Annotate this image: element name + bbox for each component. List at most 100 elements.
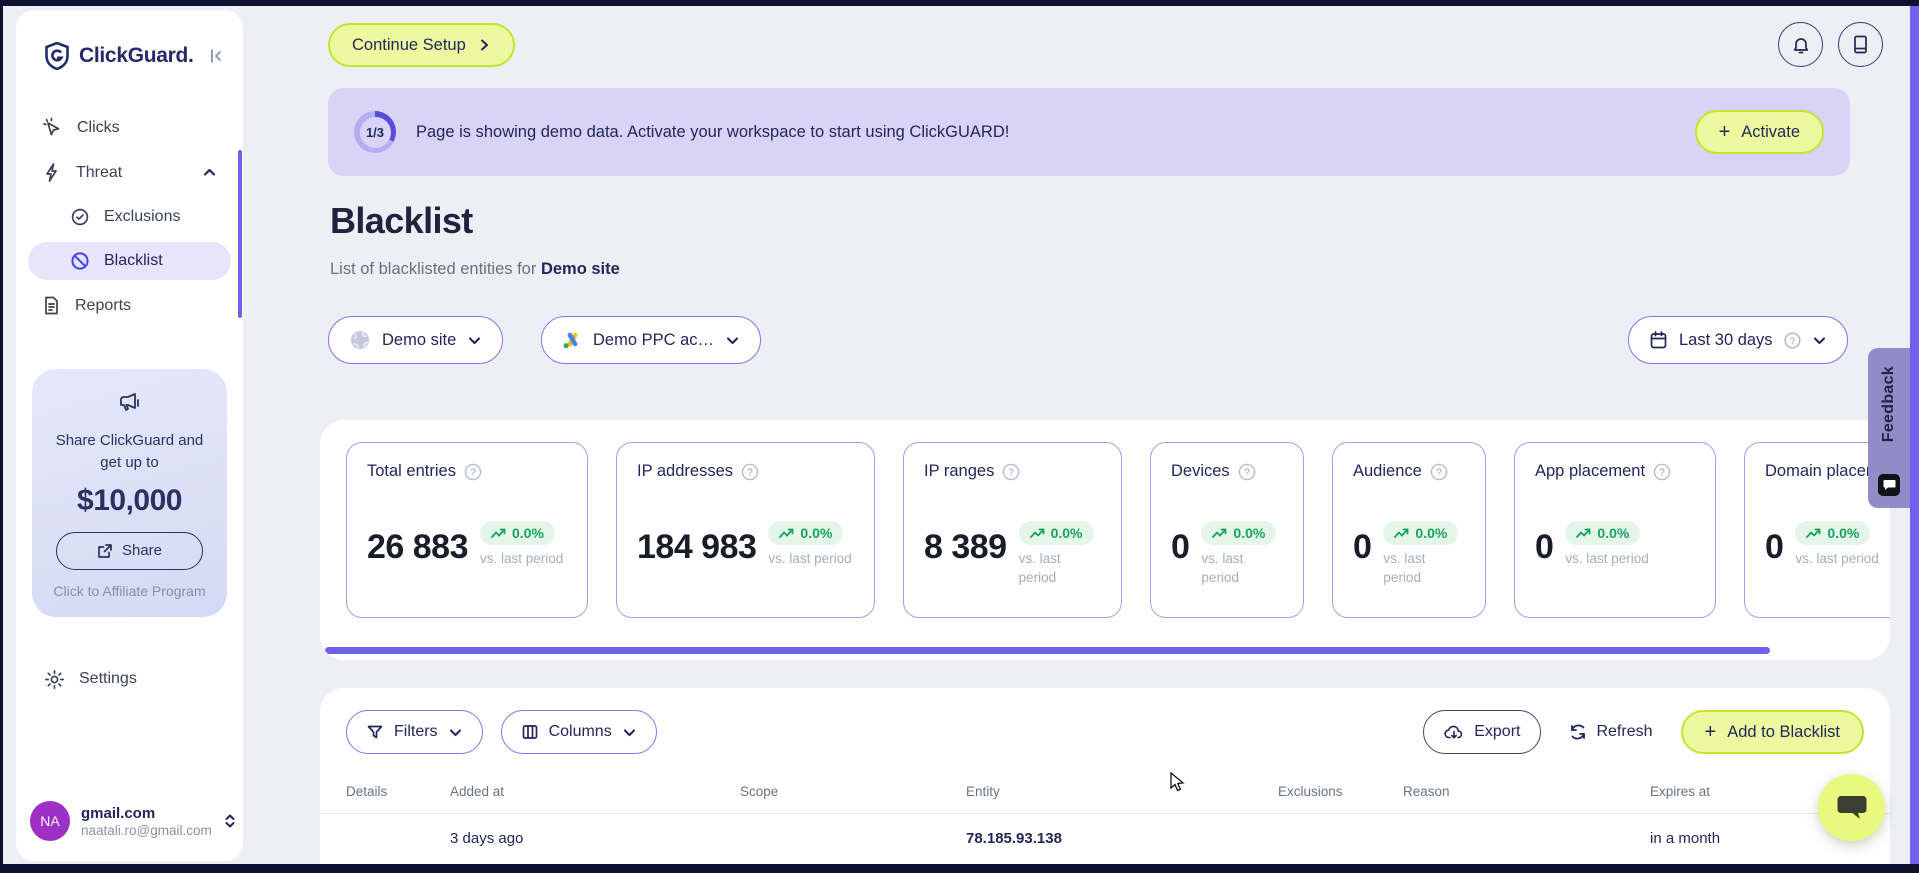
- threat-bolt-icon: [42, 162, 62, 183]
- help-circle-icon[interactable]: ?: [1002, 463, 1020, 481]
- site-selector-label: Demo site: [382, 330, 457, 349]
- feedback-tab[interactable]: Feedback: [1868, 348, 1910, 508]
- external-link-icon: [97, 543, 113, 559]
- cloud-download-icon: [1444, 724, 1464, 741]
- horizontal-scrollbar-thumb[interactable]: [325, 647, 1770, 654]
- book-icon: [1851, 34, 1870, 55]
- date-range-label: Last 30 days: [1679, 330, 1773, 349]
- add-to-blacklist-button[interactable]: + Add to Blacklist: [1680, 710, 1864, 754]
- svg-text:?: ?: [747, 467, 753, 478]
- delta-value: 0.0%: [1597, 525, 1630, 541]
- delta-badge: 0.0%: [1795, 521, 1871, 545]
- sidebar-item-reports[interactable]: Reports: [28, 286, 231, 325]
- vs-last-period-label: vs. last period: [1383, 551, 1426, 585]
- ppc-selector-label: Demo PPC ac…: [593, 330, 715, 349]
- account-switcher[interactable]: NA gmail.com naatali.ro@gmail.com: [30, 801, 235, 841]
- ppc-account-selector[interactable]: Demo PPC ac…: [541, 316, 762, 364]
- stat-label: Devices: [1171, 462, 1230, 480]
- demo-data-banner: 1/3 Page is showing demo data. Activate …: [328, 88, 1850, 176]
- vs-last-period-label: vs. last period: [1565, 551, 1649, 566]
- notifications-button[interactable]: [1778, 22, 1823, 67]
- chevron-down-icon: [622, 725, 637, 740]
- activate-button[interactable]: + Activate: [1694, 110, 1824, 154]
- site-selector[interactable]: Demo site: [328, 316, 504, 364]
- trending-up-icon: [1576, 528, 1591, 539]
- stat-card-title: Devices ?: [1171, 462, 1283, 481]
- date-range-selector[interactable]: Last 30 days ?: [1628, 316, 1848, 364]
- stat-card-title: IP addresses ?: [637, 462, 854, 481]
- sidebar-item-blacklist[interactable]: Blacklist: [28, 242, 231, 280]
- sidebar-item-label: Reports: [75, 296, 132, 314]
- sidebar-scrollbar-thumb[interactable]: [238, 150, 242, 318]
- chevron-down-icon: [1812, 333, 1827, 348]
- column-header-added-at[interactable]: Added at: [450, 784, 740, 799]
- refresh-button[interactable]: Refresh: [1569, 710, 1653, 754]
- sidebar-item-settings[interactable]: Settings: [16, 669, 243, 690]
- setup-progress-ring: 1/3: [354, 111, 396, 153]
- vs-last-period-label: vs. last period: [1018, 551, 1061, 585]
- svg-text:?: ?: [1789, 336, 1794, 347]
- trending-up-icon: [1212, 528, 1227, 539]
- share-button[interactable]: Share: [56, 531, 203, 570]
- sidebar: ClickGuard. Clicks Threat Exclusions Bla…: [16, 10, 243, 861]
- delta-badge: 0.0%: [1383, 521, 1459, 545]
- vs-last-period-label: vs. last period: [480, 551, 564, 566]
- sidebar-item-clicks[interactable]: Clicks: [28, 108, 231, 147]
- report-document-icon: [42, 295, 61, 316]
- clicks-cursor-icon: [42, 117, 63, 138]
- help-circle-icon[interactable]: ?: [1430, 463, 1448, 481]
- calendar-icon: [1649, 330, 1668, 350]
- svg-text:?: ?: [1009, 467, 1015, 478]
- delta-value: 0.0%: [1233, 525, 1266, 541]
- account-email: naatali.ro@gmail.com: [81, 822, 212, 838]
- columns-button[interactable]: Columns: [500, 710, 657, 754]
- help-circle-icon[interactable]: ?: [741, 463, 759, 481]
- stat-value: 8 389: [924, 528, 1007, 566]
- plus-icon: +: [1704, 721, 1717, 743]
- help-circle-icon[interactable]: ?: [464, 463, 482, 481]
- stat-cards-row: Total entries ? 26 883 0.0% vs. last per…: [320, 420, 1890, 618]
- delta-value: 0.0%: [1827, 525, 1860, 541]
- badge-check-icon: [70, 207, 90, 227]
- promo-amount: $10,000: [77, 483, 182, 517]
- chevron-updown-icon: [223, 812, 237, 830]
- stat-value: 0: [1171, 528, 1190, 566]
- clickguard-shield-icon: [44, 42, 70, 70]
- stat-card: IP ranges ? 8 389 0.0% vs. last period: [903, 442, 1122, 618]
- promo-footnote: Click to Affiliate Program: [53, 582, 206, 599]
- sidebar-item-label: Threat: [76, 163, 123, 181]
- documentation-button[interactable]: [1838, 22, 1883, 67]
- column-header-scope[interactable]: Scope: [740, 784, 966, 799]
- sidebar-item-exclusions[interactable]: Exclusions: [28, 198, 231, 236]
- share-button-label: Share: [121, 542, 162, 559]
- settings-label: Settings: [79, 670, 137, 687]
- stat-value: 184 983: [637, 528, 757, 566]
- delta-value: 0.0%: [1415, 525, 1448, 541]
- column-header-reason[interactable]: Reason: [1403, 784, 1650, 799]
- filters-button[interactable]: Filters: [346, 710, 483, 754]
- stat-card-body: 184 983 0.0% vs. last period: [637, 521, 854, 569]
- subtitle-entity: Demo site: [540, 260, 620, 278]
- help-circle-icon[interactable]: ?: [1653, 463, 1671, 481]
- delta-badge: 0.0%: [768, 521, 844, 545]
- export-button[interactable]: Export: [1423, 710, 1542, 754]
- stat-label: Audience: [1353, 462, 1422, 480]
- affiliate-promo-card[interactable]: Share ClickGuard and get up to $10,000 S…: [32, 369, 227, 617]
- help-circle-icon[interactable]: ?: [1238, 463, 1256, 481]
- stat-card-title: App placement ?: [1535, 462, 1695, 481]
- table-actions: Export Refresh + Add to Blacklist: [1423, 710, 1864, 754]
- table-row[interactable]: 3 days ago 78.185.93.138 in a month: [320, 814, 1890, 847]
- stat-label: App placement: [1535, 462, 1646, 480]
- delta-badge: 0.0%: [1201, 521, 1277, 545]
- column-header-exclusions[interactable]: Exclusions: [1278, 784, 1403, 799]
- sidebar-item-threat[interactable]: Threat: [28, 153, 231, 192]
- column-header-entity[interactable]: Entity: [966, 784, 1278, 799]
- vertical-scrollbar[interactable]: [1910, 6, 1919, 864]
- continue-setup-button[interactable]: Continue Setup: [328, 23, 515, 67]
- delta-badge: 0.0%: [1565, 521, 1641, 545]
- sidebar-collapse-icon[interactable]: [207, 47, 225, 65]
- column-header-details[interactable]: Details: [346, 784, 450, 799]
- stat-value: 0: [1353, 528, 1372, 566]
- chat-launcher-button[interactable]: [1818, 774, 1885, 841]
- stat-label: IP addresses: [637, 462, 734, 480]
